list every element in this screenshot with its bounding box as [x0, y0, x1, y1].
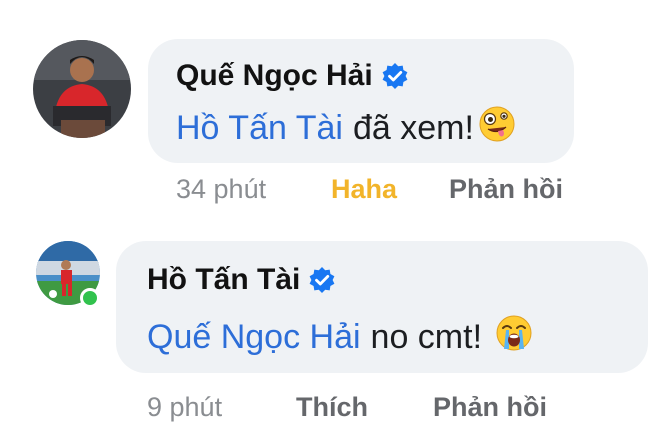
haha-reaction-button[interactable]: Haha	[331, 174, 397, 205]
comment-bubble: Quế Ngọc Hải Hồ Tấn Tài đã xem!	[148, 39, 574, 163]
comment-timestamp: 34 phút	[176, 174, 267, 204]
comment-bubble: Hồ Tấn Tài Quế Ngọc Hải no cmt!	[116, 241, 648, 373]
comment-author[interactable]: Hồ Tấn Tài	[147, 263, 336, 297]
verified-badge-icon	[381, 62, 409, 90]
comment-author[interactable]: Quế Ngọc Hải	[176, 59, 409, 93]
comment-timestamp: 9 phút	[147, 392, 223, 422]
comment-body: no cmt!	[370, 318, 483, 356]
avatar-que-ngoc-hai[interactable]	[33, 40, 131, 138]
comment-body: đã xem!	[352, 109, 474, 147]
verified-badge-icon	[308, 266, 336, 294]
reply-button[interactable]: Phản hồi	[449, 174, 563, 205]
comment-text: Quế Ngọc Hải no cmt!	[147, 313, 534, 362]
loudly-crying-face-emoji-icon	[494, 313, 534, 362]
author-name[interactable]: Quế Ngọc Hải	[176, 59, 373, 93]
zany-face-emoji-icon	[478, 105, 516, 152]
like-button[interactable]: Thích	[296, 392, 368, 423]
mention-link[interactable]: Hồ Tấn Tài	[176, 109, 343, 148]
comment-text: Hồ Tấn Tài đã xem!	[176, 105, 516, 152]
mention-link[interactable]: Quế Ngọc Hải	[147, 318, 361, 357]
author-name[interactable]: Hồ Tấn Tài	[147, 263, 300, 297]
online-status-icon	[80, 288, 100, 308]
reply-button[interactable]: Phản hồi	[433, 392, 547, 423]
